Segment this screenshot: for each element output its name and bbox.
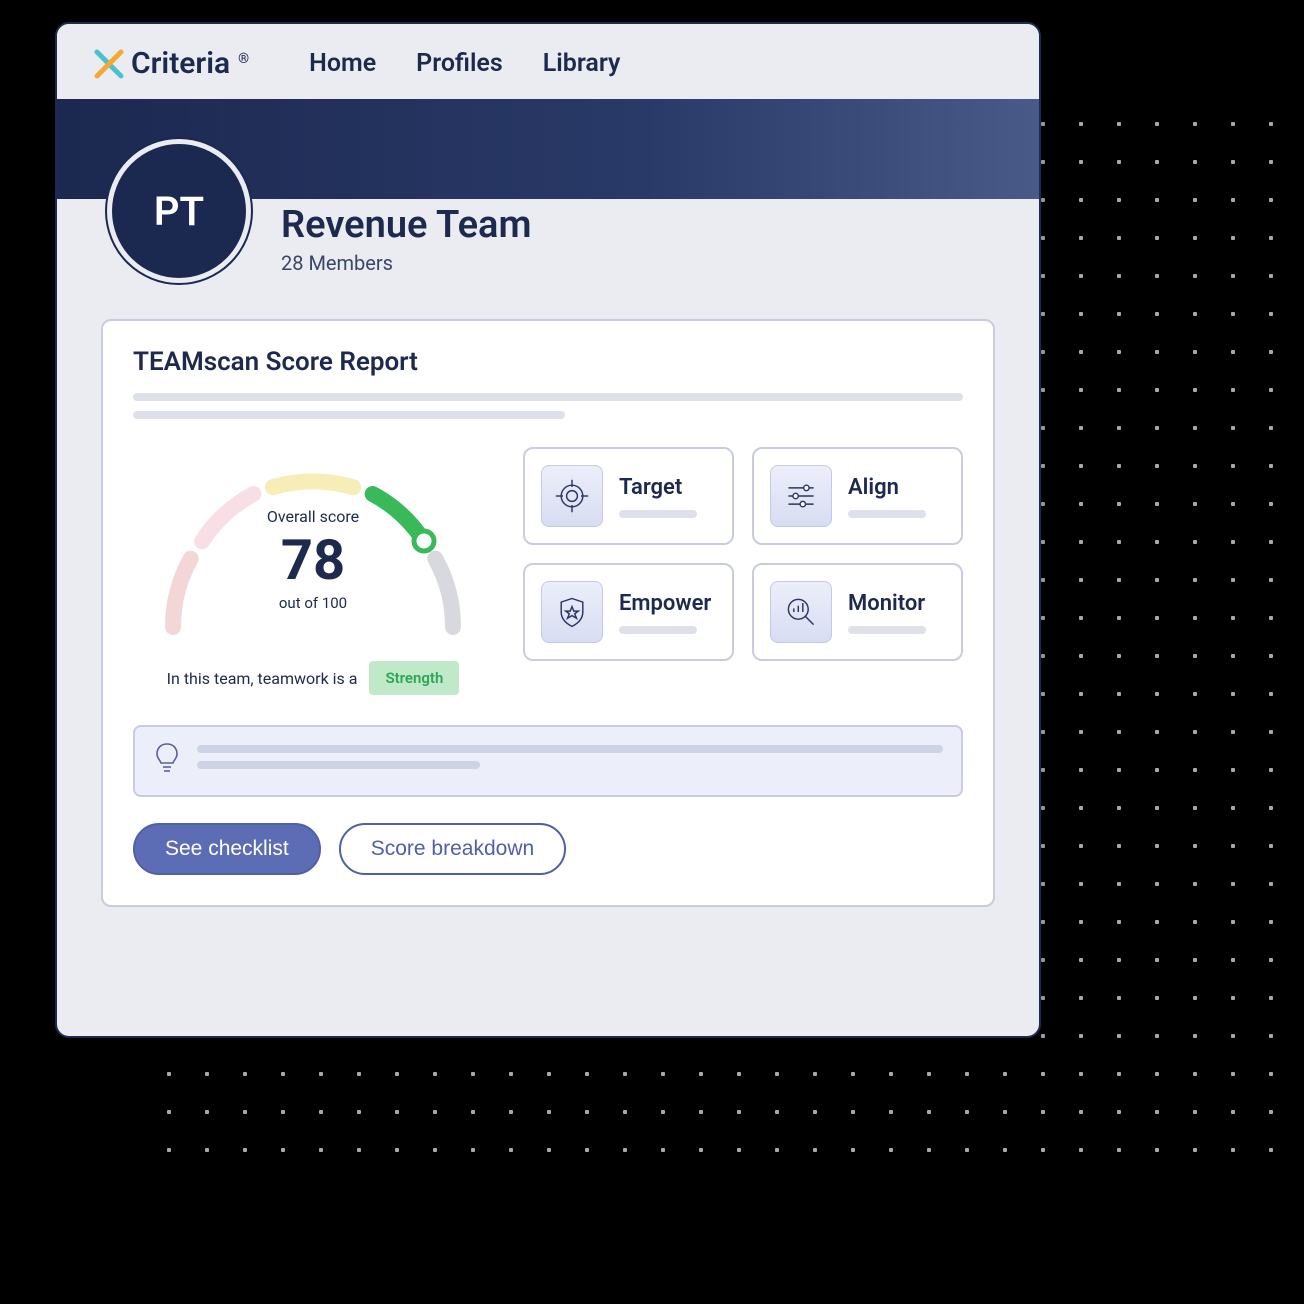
nav-home[interactable]: Home: [309, 49, 376, 78]
placeholder-line: [197, 761, 480, 769]
team-members: 28 Members: [281, 251, 531, 275]
placeholder-line: [197, 745, 943, 753]
brand-logo[interactable]: Criteria ®: [93, 46, 249, 81]
overall-score-value: 78: [143, 532, 483, 588]
tile-align[interactable]: Align: [752, 447, 963, 545]
tile-label: Align: [848, 475, 945, 500]
strength-row: In this team, teamwork is a Strength: [133, 661, 493, 695]
sliders-icon: [770, 465, 832, 527]
avatar-initials: PT: [154, 188, 204, 235]
overall-score-gauge: Overall score 78 out of 100: [143, 447, 483, 647]
registered-mark: ®: [238, 51, 249, 67]
criteria-x-icon: [93, 48, 125, 80]
tile-monitor[interactable]: Monitor: [752, 563, 963, 661]
tile-label: Empower: [619, 591, 716, 616]
placeholder-line: [619, 510, 697, 518]
score-breakdown-button[interactable]: Score breakdown: [339, 823, 566, 875]
placeholder-line: [848, 510, 926, 518]
report-content: Overall score 78 out of 100 In this team…: [133, 447, 963, 695]
gauge-center: Overall score 78 out of 100: [143, 507, 483, 612]
placeholder-line: [133, 393, 963, 401]
score-report-card: TEAMscan Score Report: [101, 319, 995, 907]
team-meta: Revenue Team 28 Members: [281, 203, 531, 275]
nav-library[interactable]: Library: [543, 49, 621, 78]
shield-star-icon: [541, 581, 603, 643]
placeholder-line: [133, 411, 565, 419]
magnify-chart-icon: [770, 581, 832, 643]
gauge-column: Overall score 78 out of 100 In this team…: [133, 447, 493, 695]
tile-empower[interactable]: Empower: [523, 563, 734, 661]
placeholder-line: [848, 626, 926, 634]
report-title: TEAMscan Score Report: [133, 347, 963, 377]
team-name: Revenue Team: [281, 203, 531, 247]
target-icon: [541, 465, 603, 527]
tip-callout: [133, 725, 963, 797]
nav-profiles[interactable]: Profiles: [416, 49, 503, 78]
tile-target[interactable]: Target: [523, 447, 734, 545]
overall-score-label: Overall score: [143, 507, 483, 526]
dimension-grid: Target Align: [523, 447, 963, 661]
main-nav: Home Profiles Library: [309, 49, 620, 78]
lightbulb-icon: [153, 741, 181, 781]
tile-label: Monitor: [848, 591, 945, 616]
overall-score-outof: out of 100: [143, 594, 483, 612]
see-checklist-button[interactable]: See checklist: [133, 823, 321, 875]
app-window: Criteria ® Home Profiles Library PT Reve…: [55, 22, 1041, 1038]
strength-lead: In this team, teamwork is a: [167, 669, 358, 688]
team-avatar: PT: [107, 139, 251, 283]
action-buttons: See checklist Score breakdown: [133, 823, 963, 875]
strength-badge: Strength: [369, 661, 459, 695]
top-bar: Criteria ® Home Profiles Library: [57, 24, 1039, 99]
placeholder-line: [619, 626, 697, 634]
team-header: PT Revenue Team 28 Members: [57, 139, 1039, 283]
brand-name: Criteria: [131, 46, 230, 81]
tile-label: Target: [619, 475, 716, 500]
